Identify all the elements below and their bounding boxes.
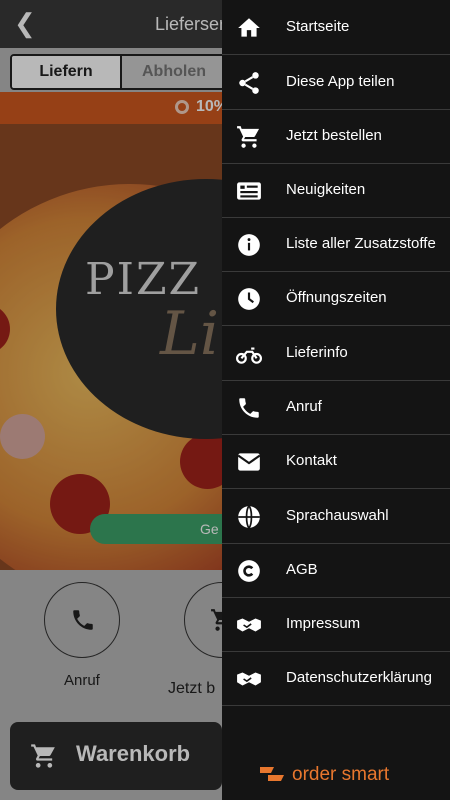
menu-item-additives[interactable]: Liste aller Zusatzstoffe: [222, 217, 450, 272]
menu-label: Neuigkeiten: [286, 181, 366, 198]
globe-icon: [238, 505, 260, 529]
brand-text: order smart: [292, 764, 390, 785]
menu-item-language[interactable]: Sprachauswahl: [222, 489, 450, 544]
menu-label: Impressum: [286, 615, 361, 632]
menu-item-startseite[interactable]: Startseite: [222, 0, 450, 55]
news-icon: [237, 182, 261, 200]
menu-label: Anruf: [286, 398, 322, 415]
menu-label: Kontakt: [286, 452, 337, 469]
menu-item-contact[interactable]: Kontakt: [222, 434, 450, 489]
menu-item-order[interactable]: Jetzt bestellen: [222, 109, 450, 164]
menu-item-share[interactable]: Diese App teilen: [222, 55, 450, 110]
cart-icon: [237, 126, 260, 148]
menu-label: Diese App teilen: [286, 73, 395, 90]
menu-label: Datenschutzerklärung: [286, 669, 432, 686]
menu-label: Lieferinfo: [286, 344, 348, 361]
menu-label: Liste aller Zusatzstoffe: [286, 235, 436, 252]
menu-label: Jetzt bestellen: [286, 127, 382, 144]
menu-label: AGB: [286, 561, 318, 578]
brand-mark-icon: [260, 767, 284, 781]
menu-item-privacy[interactable]: Datenschutzerklärung: [222, 651, 450, 706]
motorcycle-icon: [236, 347, 262, 364]
phone-icon: [239, 398, 259, 418]
mail-icon: [237, 453, 261, 471]
clock-icon: [238, 288, 260, 310]
menu-label: Sprachauswahl: [286, 507, 389, 524]
handshake-icon: [237, 618, 261, 632]
home-icon: [238, 18, 260, 37]
copyright-icon: [238, 560, 260, 582]
menu-item-news[interactable]: Neuigkeiten: [222, 163, 450, 218]
info-icon: [238, 234, 260, 256]
handshake-icon: [237, 672, 261, 686]
menu-item-delivery-info[interactable]: Lieferinfo: [222, 326, 450, 381]
share-icon: [239, 72, 259, 94]
menu-item-opening-hours[interactable]: Öffnungszeiten: [222, 271, 450, 326]
menu-item-agb[interactable]: AGB: [222, 543, 450, 598]
menu-item-impressum[interactable]: Impressum: [222, 597, 450, 652]
menu-label: Startseite: [286, 18, 350, 35]
navigation-drawer: Startseite Diese App teilen Jetzt bestel…: [222, 0, 450, 800]
menu-item-call[interactable]: Anruf: [222, 380, 450, 435]
menu-label: Öffnungszeiten: [286, 289, 387, 306]
